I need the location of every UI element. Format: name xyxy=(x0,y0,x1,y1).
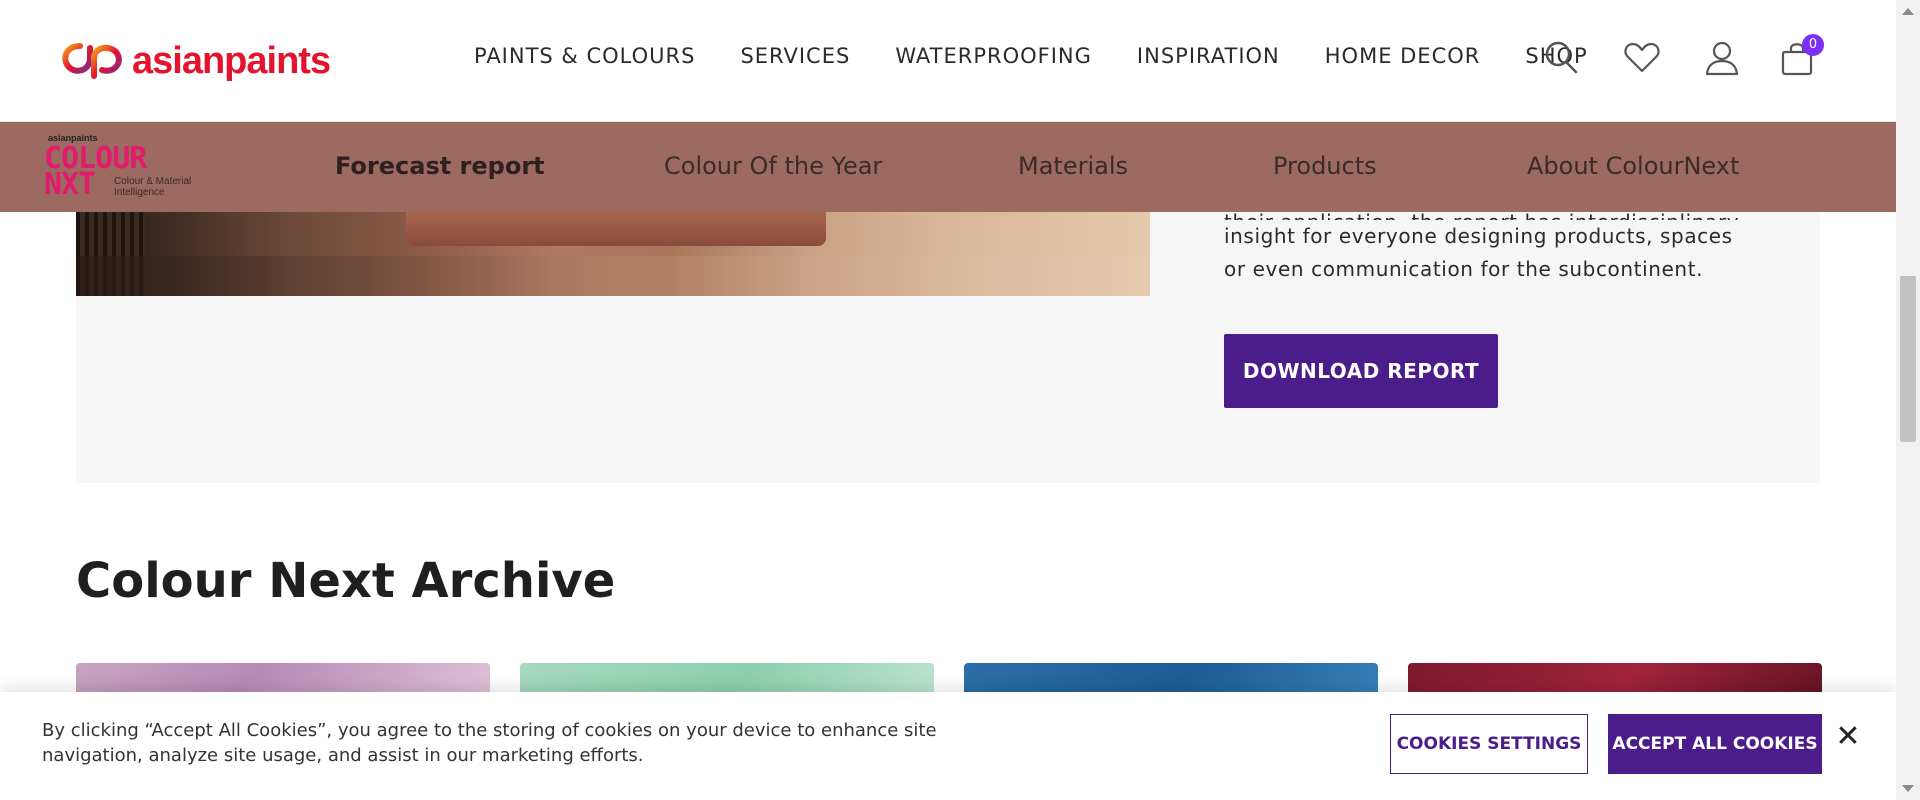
floor-graphic xyxy=(76,256,1150,296)
subnav-about-colournext[interactable]: About ColourNext xyxy=(1527,152,1739,180)
report-text-line-2: insight for everyone designing products,… xyxy=(1224,224,1733,248)
nav-home-decor[interactable]: HOME DECOR xyxy=(1325,44,1481,68)
top-header: asianpaints PAINTS & COLOURS SERVICES WA… xyxy=(0,0,1896,122)
main-nav: PAINTS & COLOURS SERVICES WATERPROOFING … xyxy=(474,44,1633,68)
cookie-banner: By clicking “Accept All Cookies”, you ag… xyxy=(0,692,1896,800)
scroll-up-arrow-icon[interactable] xyxy=(1902,8,1914,15)
download-report-button[interactable]: DOWNLOAD REPORT xyxy=(1224,334,1498,408)
nav-paints-colours[interactable]: PAINTS & COLOURS xyxy=(474,44,695,68)
archive-heading: Colour Next Archive xyxy=(76,553,616,609)
wishlist-heart-icon[interactable] xyxy=(1622,38,1662,78)
asianpaints-logo-mark-icon xyxy=(62,43,122,79)
subnav-forecast-report[interactable]: Forecast report xyxy=(335,152,545,180)
cookies-settings-button[interactable]: COOKIES SETTINGS xyxy=(1390,714,1588,774)
cart-button[interactable]: 0 xyxy=(1778,34,1824,78)
nav-waterproofing[interactable]: WATERPROOFING xyxy=(895,44,1092,68)
subnav-colour-of-the-year[interactable]: Colour Of the Year xyxy=(664,152,882,180)
sofa-graphic xyxy=(406,212,826,246)
nav-services[interactable]: SERVICES xyxy=(740,44,850,68)
page-scrollbar[interactable] xyxy=(1896,0,1920,800)
scroll-down-arrow-icon[interactable] xyxy=(1902,785,1914,792)
cookie-consent-text: By clicking “Accept All Cookies”, you ag… xyxy=(42,720,937,766)
report-text-line-3: or even communication for the subcontine… xyxy=(1224,257,1704,281)
forecast-report-image xyxy=(76,212,1150,296)
scrollbar-thumb[interactable] xyxy=(1900,276,1916,442)
cart-count-badge: 0 xyxy=(1802,34,1824,56)
asianpaints-logo[interactable]: asianpaints xyxy=(58,36,331,86)
colournext-subnav: asianpaints COLOUR NXT Colour & Material… xyxy=(0,122,1896,212)
subnav-products[interactable]: Products xyxy=(1273,152,1377,180)
nav-inspiration[interactable]: INSPIRATION xyxy=(1137,44,1280,68)
report-description: their application, the report has interd… xyxy=(1224,210,1764,286)
colournext-logo[interactable]: asianpaints COLOUR NXT Colour & Material… xyxy=(42,132,202,204)
user-icon[interactable] xyxy=(1702,38,1742,78)
close-icon[interactable]: ✕ xyxy=(1832,722,1864,754)
subnav-materials[interactable]: Materials xyxy=(1018,152,1128,180)
colournext-logo-tagline: Colour & Material Intelligence xyxy=(114,176,192,198)
accept-all-cookies-button[interactable]: ACCEPT ALL COOKIES xyxy=(1608,714,1822,774)
search-icon[interactable] xyxy=(1542,38,1582,78)
brand-wordmark: asianpaints xyxy=(132,39,331,82)
